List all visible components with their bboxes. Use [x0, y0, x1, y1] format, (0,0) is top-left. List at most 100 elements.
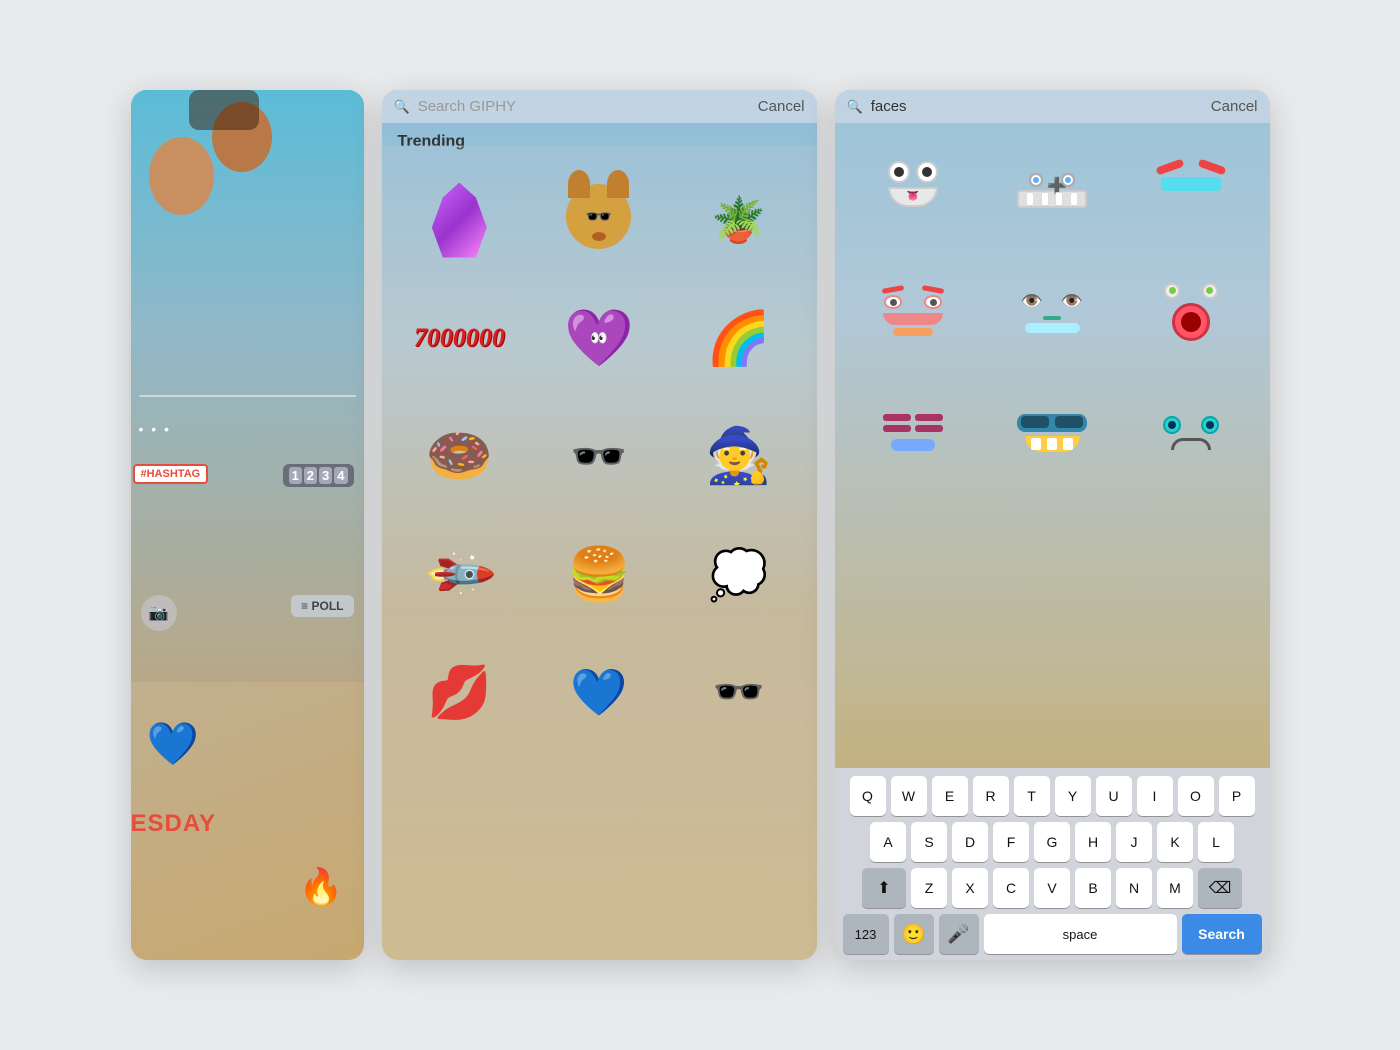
keyboard[interactable]: Q W E R T Y U I O P A S D F G H J K — [835, 768, 1270, 960]
sticker-pixel-heart[interactable]: 💙 — [533, 637, 665, 747]
key-d[interactable]: D — [952, 822, 988, 862]
keyboard-row-3: ⬆ Z X C V B N M ⌫ — [839, 868, 1266, 908]
sticker-burger[interactable]: 🍔 — [533, 519, 665, 629]
key-j[interactable]: J — [1116, 822, 1152, 862]
key-x[interactable]: X — [952, 868, 988, 908]
rainbow-glasses-icon: 🕶️ — [713, 668, 765, 717]
plant-icon: 🪴 — [711, 194, 766, 246]
cancel-button[interactable]: Cancel — [758, 98, 805, 115]
lips-icon: 💋 — [427, 662, 492, 723]
face-sticker-4[interactable] — [847, 254, 980, 369]
key-w[interactable]: W — [891, 776, 927, 816]
right-search-header: 🔍 faces Cancel — [835, 90, 1270, 123]
key-i[interactable]: I — [1137, 776, 1173, 816]
heart-sticker[interactable]: 💙 — [147, 720, 199, 769]
middle-phone-panel: 🔍 Search GIPHY Cancel Trending 🕶️ — [382, 90, 817, 960]
key-n[interactable]: N — [1116, 868, 1152, 908]
face-sticker-7[interactable] — [847, 375, 980, 490]
faces-search-input[interactable]: faces — [871, 98, 1203, 115]
key-l[interactable]: L — [1198, 822, 1234, 862]
sticker-lips[interactable]: 💋 — [394, 637, 526, 747]
key-h[interactable]: H — [1075, 822, 1111, 862]
pixel-heart-icon: 💙 — [570, 665, 627, 720]
counter-digit-2: 2 — [304, 467, 317, 484]
key-v[interactable]: V — [1034, 868, 1070, 908]
sticker-rainbow-glasses[interactable]: 🕶️ — [673, 637, 805, 747]
key-t[interactable]: T — [1014, 776, 1050, 816]
key-o[interactable]: O — [1178, 776, 1214, 816]
key-c[interactable]: C — [993, 868, 1029, 908]
key-e[interactable]: E — [932, 776, 968, 816]
hashtag-sticker[interactable]: #HASHTAG — [133, 464, 209, 484]
tuesday-sticker[interactable]: ESDAY — [131, 810, 216, 838]
key-m[interactable]: M — [1157, 868, 1193, 908]
key-g[interactable]: G — [1034, 822, 1070, 862]
face-sticker-5[interactable]: 👁️ 👁️ — [986, 254, 1119, 369]
giphy-search-bar[interactable]: 🔍 Search GIPHY Cancel — [382, 90, 817, 123]
numbers-key[interactable]: 123 — [843, 914, 889, 954]
search-key[interactable]: Search — [1182, 914, 1262, 954]
search-icon-right: 🔍 — [847, 99, 863, 115]
key-r[interactable]: R — [973, 776, 1009, 816]
cloud-icon: 💭 — [709, 546, 769, 603]
giphy-search-input[interactable]: Search GIPHY — [418, 98, 750, 115]
face-sticker-8[interactable] — [986, 375, 1119, 490]
key-q[interactable]: Q — [850, 776, 886, 816]
rocket-icon: 🚀 — [420, 534, 499, 613]
sticker-thought-cloud[interactable]: 💭 — [673, 519, 805, 629]
face-sticker-grid: 👅 ➕ — [835, 123, 1270, 500]
delete-key[interactable]: ⌫ — [1198, 868, 1242, 908]
poll-sticker[interactable]: ≡ POLL — [291, 595, 353, 617]
counter-digit-3: 3 — [319, 467, 332, 484]
counter-sticker[interactable]: 1 2 3 4 — [283, 464, 354, 487]
sticker-purple-heart[interactable]: 💜 👀 — [533, 283, 665, 393]
key-f[interactable]: F — [993, 822, 1029, 862]
sticker-wizard-hat[interactable]: 🧙 — [673, 401, 805, 511]
right-phone-panel: 🔍 faces Cancel — [835, 90, 1270, 960]
camera-icon[interactable]: 📷 — [141, 595, 177, 631]
sticker-rainbow[interactable]: 🌈 — [673, 283, 805, 393]
key-z[interactable]: Z — [911, 868, 947, 908]
key-b[interactable]: B — [1075, 868, 1111, 908]
tuesday-text: ESDAY — [131, 810, 216, 837]
key-u[interactable]: U — [1096, 776, 1132, 816]
key-a[interactable]: A — [870, 822, 906, 862]
sunglasses-icon: 🕶️ — [570, 429, 627, 484]
sticker-donut[interactable]: 🍩 — [394, 401, 526, 511]
burger-icon: 🍔 — [567, 544, 632, 605]
face-sticker-6[interactable] — [1125, 254, 1258, 369]
poll-label: ≡ POLL — [301, 599, 343, 613]
crystal-icon — [432, 183, 487, 258]
donut-icon: 🍩 — [426, 425, 493, 488]
sticker-crystal[interactable] — [394, 165, 526, 275]
counter-digit-4: 4 — [334, 467, 347, 484]
counter-digit-1: 1 — [289, 467, 302, 484]
seven-million-text: 7000000 — [414, 323, 505, 352]
space-key[interactable]: space — [984, 914, 1177, 954]
keyboard-row-2: A S D F G H J K L — [839, 822, 1266, 862]
search-icon: 🔍 — [394, 99, 410, 115]
key-s[interactable]: S — [911, 822, 947, 862]
face-sticker-2[interactable]: ➕ — [986, 133, 1119, 248]
face-sticker-3[interactable] — [1125, 133, 1258, 248]
keyboard-row-1: Q W E R T Y U I O P — [839, 776, 1266, 816]
key-p[interactable]: P — [1219, 776, 1255, 816]
faces-search-bar[interactable]: 🔍 faces Cancel — [835, 90, 1270, 123]
fire-sticker[interactable]: 🔥 — [299, 866, 344, 908]
middle-search-header: 🔍 Search GIPHY Cancel — [382, 90, 817, 123]
wizard-hat-icon: 🧙 — [705, 425, 772, 488]
face-sticker-9[interactable] — [1125, 375, 1258, 490]
sticker-dog[interactable]: 🕶️ — [533, 165, 665, 275]
rainbow-icon: 🌈 — [706, 308, 771, 369]
shift-key[interactable]: ⬆ — [862, 868, 906, 908]
emoji-key[interactable]: 🙂 — [894, 914, 934, 954]
sticker-rocket[interactable]: 🚀 — [394, 519, 526, 629]
key-k[interactable]: K — [1157, 822, 1193, 862]
face-sticker-1[interactable]: 👅 — [847, 133, 980, 248]
sticker-7million[interactable]: 7000000 — [394, 283, 526, 393]
right-cancel-button[interactable]: Cancel — [1211, 98, 1258, 115]
key-y[interactable]: Y — [1055, 776, 1091, 816]
mic-key[interactable]: 🎤 — [939, 914, 979, 954]
sticker-sunglasses[interactable]: 🕶️ — [533, 401, 665, 511]
sticker-plant[interactable]: 🪴 — [673, 165, 805, 275]
